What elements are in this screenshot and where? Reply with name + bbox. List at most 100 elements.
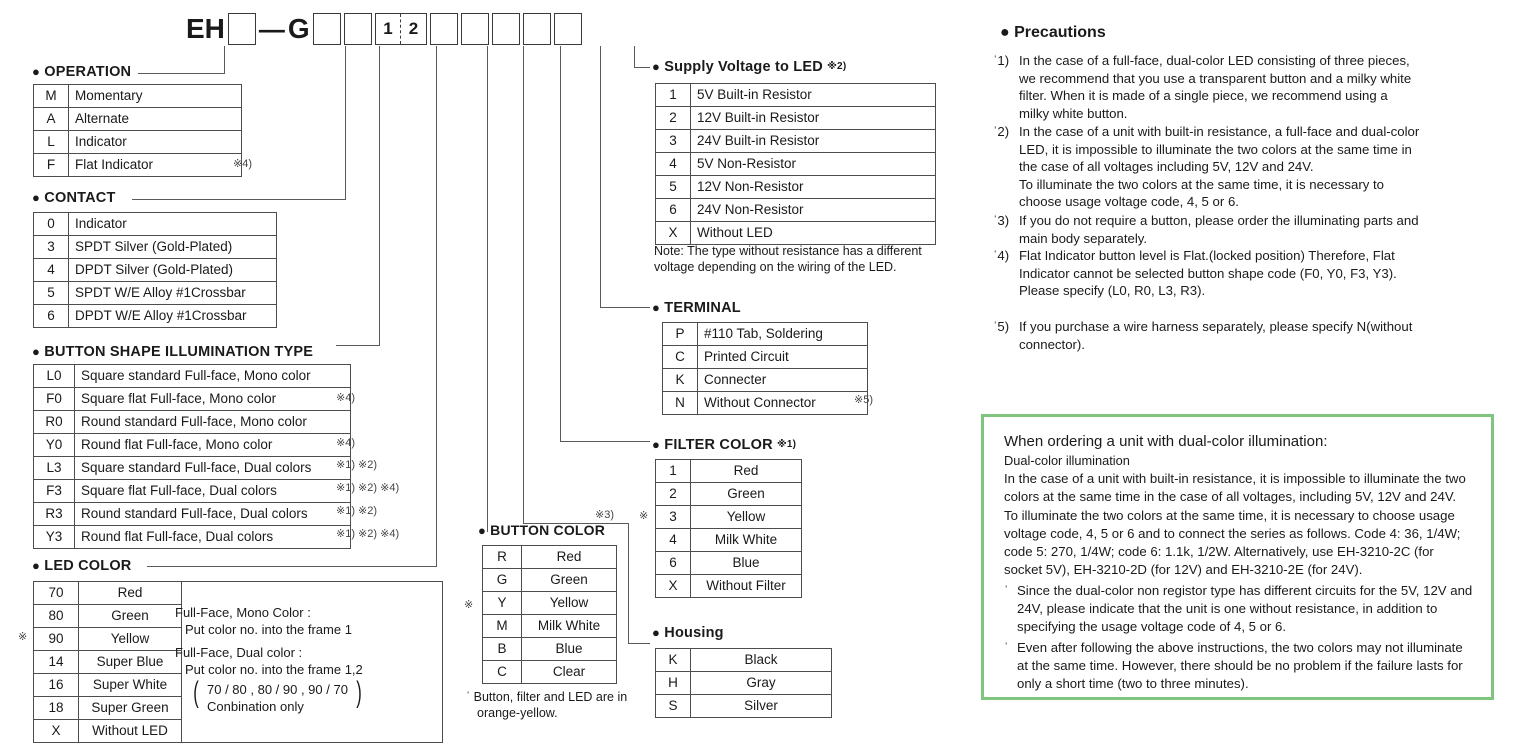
bullet-icon: ● <box>1000 24 1010 41</box>
table-row[interactable]: 1 5V Built-in Resistor <box>655 83 936 107</box>
table-row[interactable]: 70 Red <box>33 581 443 743</box>
row-code: G <box>482 568 522 592</box>
table-row[interactable]: X Without Filter <box>655 574 802 598</box>
table-row[interactable]: M Milk White <box>482 614 617 638</box>
precaution-line: connector). <box>1019 336 1085 352</box>
table-row[interactable]: C Clear <box>482 660 617 684</box>
table-row[interactable]: F0 Square flat Full-face, Mono color <box>33 387 351 411</box>
precaution-line: LED, it is impossible to illuminate the … <box>1019 141 1412 157</box>
table-row[interactable]: 5 SPDT W/E Alloy #1Crossbar <box>33 281 277 305</box>
side-mark-button-color: ※ <box>464 599 474 611</box>
table-row[interactable]: F3 Square flat Full-face, Dual colors <box>33 479 351 503</box>
table-row[interactable]: H Gray <box>655 671 832 695</box>
table-row[interactable]: 3 SPDT Silver (Gold-Plated) <box>33 235 277 259</box>
led-exp-combination-block: ( 70 / 80 , 80 / 90 , 90 / 70 Conbinatio… <box>193 676 362 715</box>
ordering-note-subtitle: Dual-color illumination <box>1004 453 1130 468</box>
leader-line-contact-h <box>132 199 346 201</box>
row-code: 3 <box>655 129 691 153</box>
table-row[interactable]: F Flat Indicator <box>33 153 242 177</box>
code-box-supply-voltage[interactable] <box>553 13 582 45</box>
row-label: Super Blue <box>78 650 182 674</box>
row-code: P <box>662 322 698 346</box>
table-row[interactable]: P #110 Tab, Soldering <box>662 322 868 346</box>
code-box-filter-color[interactable] <box>460 13 489 45</box>
code-box-terminal[interactable] <box>491 13 520 45</box>
table-row[interactable]: 6 24V Non-Resistor <box>655 198 936 222</box>
table-row[interactable]: 6 DPDT W/E Alloy #1Crossbar <box>33 304 277 328</box>
row-code: 80 <box>33 604 79 628</box>
table-supply-voltage: 1 5V Built-in Resistor 2 12V Built-in Resi… <box>655 83 936 245</box>
table-row[interactable]: C Printed Circuit <box>662 345 868 369</box>
section-header-button-color: ● BUTTON COLOR <box>478 522 605 538</box>
table-row[interactable]: L0 Square standard Full-face, Mono color <box>33 364 351 388</box>
table-row[interactable]: Y Yellow <box>482 591 617 615</box>
precaution-item-4: ˈ4) Flat Indicator button level is Flat.… <box>993 247 1397 300</box>
ordering-note-content: When ordering a unit with dual-color ill… <box>1004 431 1472 694</box>
table-row[interactable]: L Indicator <box>33 130 242 154</box>
star-marker: ˈ <box>1004 582 1009 598</box>
table-row[interactable]: L3 Square standard Full-face, Dual colors <box>33 456 351 480</box>
row-label: Flat Indicator <box>68 153 242 177</box>
code-box-housing[interactable] <box>522 13 551 45</box>
led-exp-dual-line1: Full-Face, Dual color : <box>175 645 303 660</box>
table-row[interactable]: 3 Yellow <box>655 505 802 529</box>
section-header-button-shape: ● BUTTON SHAPE ILLUMINATION TYPE <box>32 344 313 360</box>
section-title-led-color: LED COLOR <box>44 558 132 574</box>
paren-right: ) <box>356 676 362 709</box>
code-box-operation[interactable] <box>227 13 256 45</box>
table-button-color: R Red G Green Y Yellow M Milk White B Blue CC… <box>482 545 617 684</box>
table-row[interactable]: B Blue <box>482 637 617 661</box>
table-row[interactable]: K Black <box>655 648 832 672</box>
table-row[interactable]: R3 Round standard Full-face, Dual colors <box>33 502 351 526</box>
row-label: 5V Built-in Resistor <box>690 83 936 107</box>
table-row[interactable]: Y0 Round flat Full-face, Mono color <box>33 433 351 457</box>
table-row[interactable]: 1 Red <box>655 459 802 483</box>
table-row[interactable]: 2 Green <box>655 482 802 506</box>
table-row[interactable]: 4 Milk White <box>655 528 802 552</box>
table-row[interactable]: R0 Round standard Full-face, Mono color <box>33 410 351 434</box>
leader-line-supply-voltage-h <box>634 67 650 69</box>
code-box-contact[interactable] <box>312 13 341 45</box>
row-label: DPDT W/E Alloy #1Crossbar <box>68 304 277 328</box>
table-row[interactable]: G Green <box>482 568 617 592</box>
section-header-filter-color: ● FILTER COLOR ※1) <box>652 437 796 453</box>
precaution-body: In the case of a unit with built-in resi… <box>1019 123 1419 211</box>
code-frame-1: 1 <box>376 14 402 44</box>
row-label: Square flat Full-face, Dual colors <box>74 479 351 503</box>
code-box-led-color-frames[interactable]: 1 2 <box>374 13 427 45</box>
table-row[interactable]: 4 DPDT Silver (Gold-Plated) <box>33 258 277 282</box>
table-row[interactable]: 0 Indicator <box>33 212 277 236</box>
note-supply-voltage: Note: The type without resistance has a … <box>654 244 922 275</box>
footnote-button-color-line1: ˈ Button, filter and LED are in <box>466 690 628 704</box>
table-row[interactable]: 5 12V Non-Resistor <box>655 175 936 199</box>
ordering-note-line: In the case of a unit with built-in resi… <box>1004 471 1466 486</box>
section-header-supply-voltage: ● Supply Voltage to LED ※2) <box>652 59 846 75</box>
table-row[interactable]: K Connecter <box>662 368 868 392</box>
ordering-note-star-2: ˈ Even after following the above instruc… <box>1004 639 1472 694</box>
code-box-button-color[interactable] <box>429 13 458 45</box>
row-code: F0 <box>33 387 75 411</box>
table-row[interactable]: M Momentary <box>33 84 242 108</box>
table-row[interactable]: S Silver <box>655 694 832 718</box>
table-row[interactable]: A Alternate <box>33 107 242 131</box>
table-row[interactable]: 6 Blue <box>655 551 802 575</box>
side-mark-led-color: ※ <box>18 631 28 643</box>
table-row[interactable]: 4 5V Non-Resistor <box>655 152 936 176</box>
section-header-housing: ● Housing <box>652 625 724 641</box>
leader-line-button-shape-h <box>336 345 380 347</box>
row-code: 4 <box>655 528 691 552</box>
code-box-button-shape[interactable] <box>343 13 372 45</box>
table-row[interactable]: 3 24V Built-in Resistor <box>655 129 936 153</box>
led-color-explanation: Full-Face, Mono Color : Put color no. in… <box>175 604 363 715</box>
table-row[interactable]: N Without Connector <box>662 391 868 415</box>
code-series-g: G <box>287 13 310 44</box>
table-row[interactable]: R Red <box>482 545 617 569</box>
footnote-mark-operation-f: ※4) <box>233 158 252 170</box>
row-label: 24V Built-in Resistor <box>690 129 936 153</box>
table-row[interactable]: 2 12V Built-in Resistor <box>655 106 936 130</box>
precaution-line: In the case of a full-face, dual-color L… <box>1019 53 1410 68</box>
table-row[interactable]: X Without LED <box>655 221 936 245</box>
footnote-mark-button-shape-f3: ※1) ※2) ※4) <box>336 482 400 494</box>
row-code: K <box>655 648 691 672</box>
table-row[interactable]: Y3 Round flat Full-face, Dual colors <box>33 525 351 549</box>
